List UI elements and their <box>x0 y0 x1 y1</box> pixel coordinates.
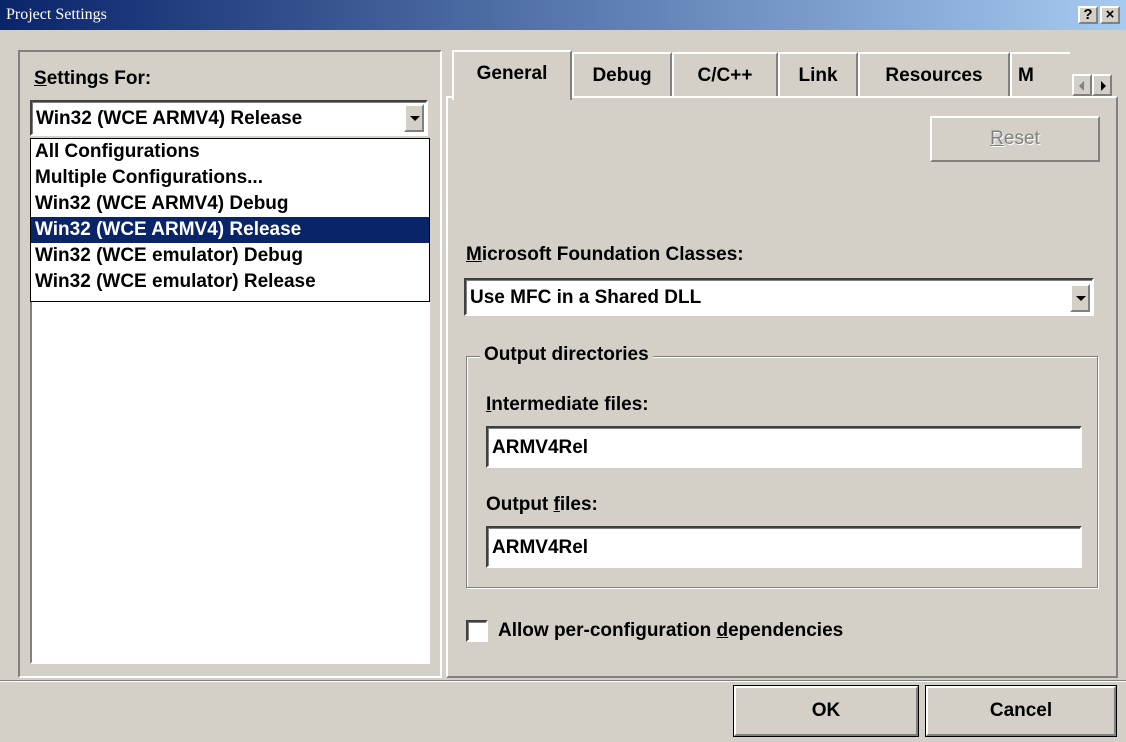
configuration-dropdown-list[interactable]: All Configurations Multiple Configuratio… <box>30 138 430 302</box>
tab-resources[interactable]: Resources <box>858 52 1010 98</box>
help-icon: ? <box>1083 6 1093 23</box>
tab-scroll-right-icon[interactable] <box>1092 74 1112 96</box>
ok-button[interactable]: OK <box>733 685 919 737</box>
tab-general[interactable]: General <box>452 50 572 100</box>
project-settings-dialog: { "window": { "title": "Project Settings… <box>0 0 1126 742</box>
config-option[interactable]: All Configurations <box>31 139 429 165</box>
config-option[interactable]: Win32 (WCE emulator) Debug <box>31 243 429 269</box>
title-bar: Project Settings ? × <box>0 0 1126 30</box>
configuration-combobox-value: Win32 (WCE ARMV4) Release <box>36 108 303 129</box>
configuration-combobox[interactable]: Win32 (WCE ARMV4) Release <box>30 100 428 136</box>
output-directories-legend: Output directories <box>480 344 653 366</box>
config-option-highlighted[interactable]: Win32 (WCE ARMV4) Release <box>31 217 429 243</box>
close-icon: × <box>1105 6 1115 23</box>
mfc-label: Microsoft Foundation Classes: <box>466 244 744 265</box>
config-option[interactable]: Win32 (WCE ARMV4) Debug <box>31 191 429 217</box>
reset-button[interactable]: Reset <box>930 116 1100 162</box>
output-files-value: ARMV4Rel <box>492 537 589 558</box>
intermediate-files-value: ARMV4Rel <box>492 437 589 458</box>
settings-for-label: Settings For: <box>34 68 152 89</box>
per-config-dependencies-checkbox[interactable] <box>466 620 488 642</box>
per-config-dependencies-label[interactable]: Allow per-configuration dependencies <box>498 620 843 642</box>
cancel-button[interactable]: Cancel <box>925 685 1117 737</box>
tab-debug[interactable]: Debug <box>572 52 672 98</box>
help-button[interactable]: ? <box>1078 6 1098 24</box>
config-option[interactable]: Win32 (WCE emulator) Release <box>31 269 429 295</box>
chevron-down-icon[interactable] <box>404 104 424 132</box>
mfc-combobox-value: Use MFC in a Shared DLL <box>470 287 702 308</box>
chevron-down-icon[interactable] <box>1070 284 1090 312</box>
footer-divider <box>0 680 1126 682</box>
output-files-input[interactable]: ARMV4Rel <box>486 526 1082 568</box>
intermediate-files-input[interactable]: ARMV4Rel <box>486 426 1082 468</box>
window-title: Project Settings <box>6 6 107 23</box>
tab-c-cpp[interactable]: C/C++ <box>672 52 778 98</box>
output-files-label: Output files: <box>486 494 598 515</box>
project-tree[interactable] <box>30 302 430 664</box>
config-option[interactable]: Multiple Configurations... <box>31 165 429 191</box>
mfc-combobox[interactable]: Use MFC in a Shared DLL <box>464 278 1094 316</box>
close-button[interactable]: × <box>1100 6 1120 24</box>
tab-more[interactable]: M <box>1010 52 1070 98</box>
intermediate-files-label: Intermediate files: <box>486 394 649 415</box>
tab-scroll-left-icon[interactable] <box>1072 74 1092 96</box>
tab-link[interactable]: Link <box>778 52 858 98</box>
